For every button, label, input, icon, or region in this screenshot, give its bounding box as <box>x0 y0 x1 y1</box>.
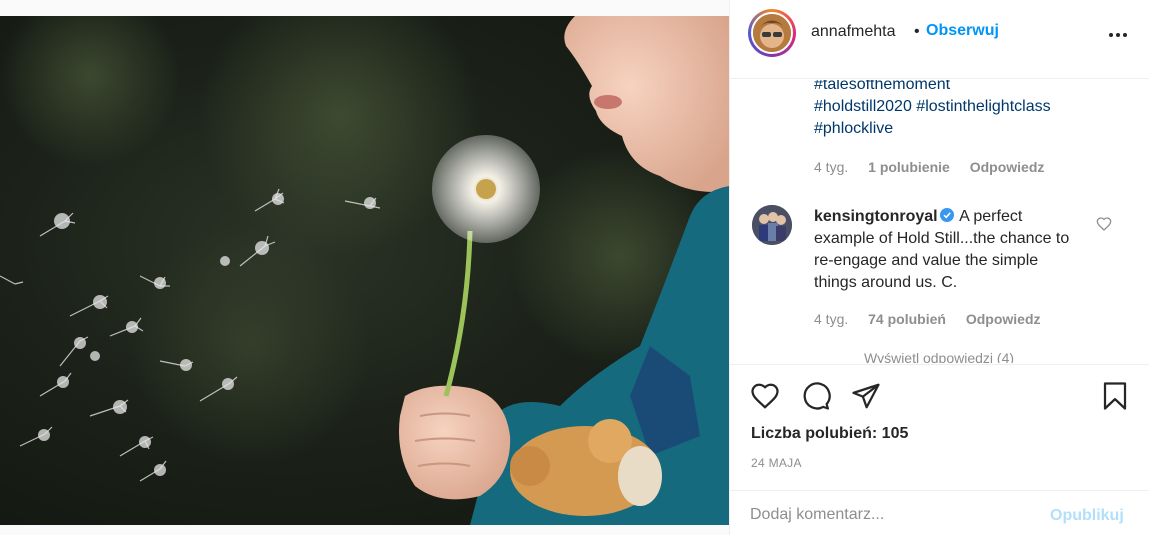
caption-reply-button[interactable]: Odpowiedz <box>970 159 1045 175</box>
photo-dandelion-child <box>0 16 729 525</box>
share-paper-plane-icon[interactable] <box>851 381 881 411</box>
comment-meta: 4 tyg. 74 polubień Odpowiedz <box>814 311 1057 327</box>
add-comment-input[interactable] <box>750 506 1040 524</box>
more-options-icon[interactable] <box>1108 22 1128 43</box>
comment-age: 4 tyg. <box>814 311 849 327</box>
likes-count[interactable]: Liczba polubień: 105 <box>751 425 908 443</box>
comment-body: kensingtonroyal A perfect example of Hol… <box>814 206 1084 294</box>
caption-age: 4 tyg. <box>814 159 849 175</box>
caption-likes[interactable]: 1 polubienie <box>868 159 950 175</box>
like-comment-heart-icon[interactable] <box>1096 216 1112 232</box>
save-bookmark-icon[interactable] <box>1100 381 1130 411</box>
comments-list[interactable]: #talesofthemoment #holdstill2020 #lostin… <box>730 80 1149 363</box>
commenter-username[interactable]: kensingtonroyal <box>814 208 938 225</box>
commenter-avatar[interactable] <box>752 205 792 245</box>
caption-meta: 4 tyg. 1 polubienie Odpowiedz <box>814 159 1060 175</box>
header-separator: • <box>914 23 920 40</box>
post-header: annafmehta • Obserwuj <box>730 0 1149 79</box>
post-side-panel: annafmehta • Obserwuj #talesofthemoment … <box>729 0 1149 535</box>
bottom-background <box>0 525 729 535</box>
follow-button[interactable]: Obserwuj <box>926 22 999 40</box>
comment-reply-button[interactable]: Odpowiedz <box>966 311 1041 327</box>
author-username[interactable]: annafmehta <box>811 23 896 41</box>
author-avatar-image <box>751 12 793 54</box>
post-comment-button[interactable]: Opublikuj <box>1050 507 1124 525</box>
add-comment-bar: Opublikuj <box>730 490 1149 535</box>
comment-likes[interactable]: 74 polubień <box>868 311 946 327</box>
action-bar: Liczba polubień: 105 24 MAJA <box>730 364 1149 476</box>
post-photo[interactable] <box>0 16 729 525</box>
hashtag-link[interactable]: #talesofthemoment <box>814 80 1114 96</box>
hashtag-link[interactable]: #holdstill2020 #lostinthelightclass <box>814 96 1114 118</box>
comment-bubble-icon[interactable] <box>801 381 831 411</box>
post-date: 24 MAJA <box>751 456 802 470</box>
like-heart-icon[interactable] <box>750 381 780 411</box>
hashtag-link[interactable]: #phlocklive <box>814 118 1114 140</box>
caption-hashtags: #talesofthemoment #holdstill2020 #lostin… <box>814 80 1114 140</box>
top-background <box>0 0 729 16</box>
verified-badge-icon <box>939 207 954 222</box>
view-replies-button[interactable]: Wyświetl odpowiedzi (4) <box>864 350 1014 363</box>
author-avatar[interactable] <box>748 9 796 57</box>
